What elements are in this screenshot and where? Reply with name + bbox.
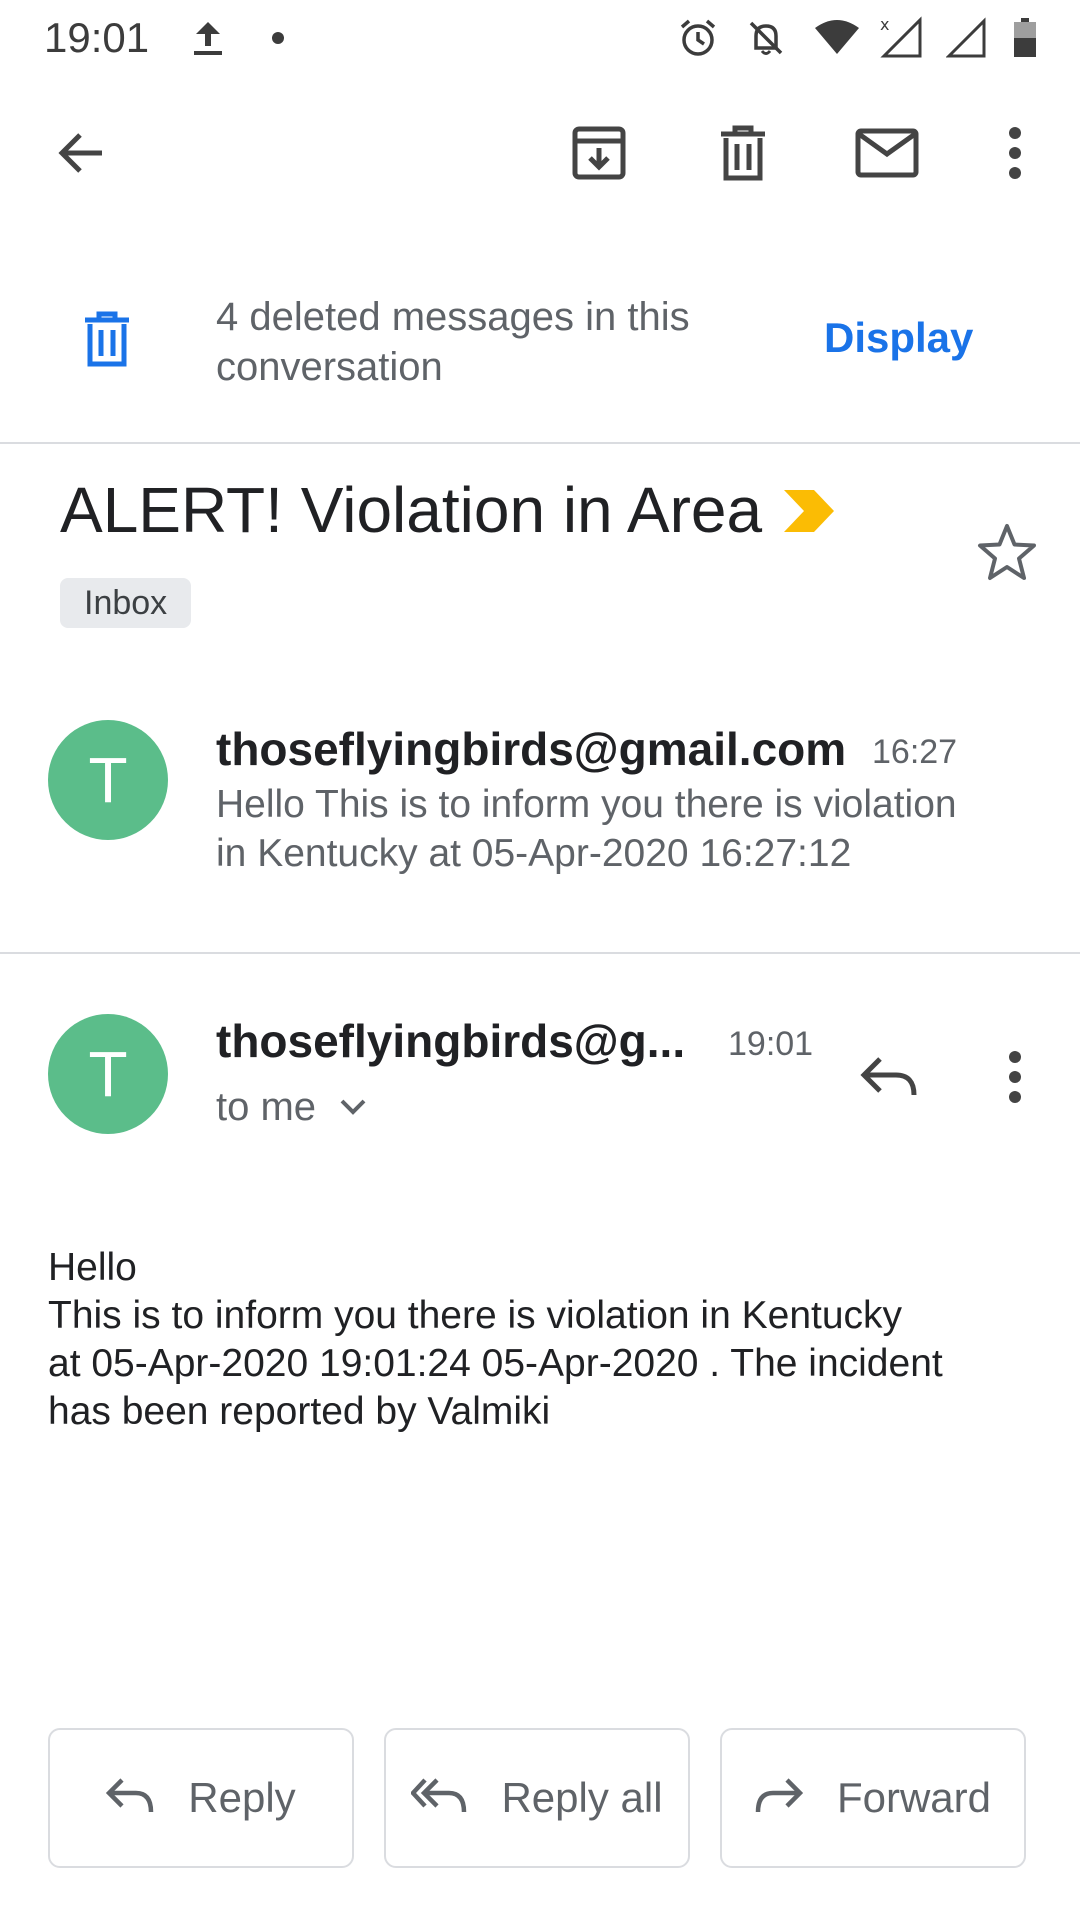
more-vert-icon	[1007, 125, 1023, 186]
battery-icon	[1010, 12, 1040, 64]
recipient-text: to me	[216, 1085, 317, 1129]
back-arrow-icon	[54, 126, 108, 185]
archive-button[interactable]	[554, 110, 644, 200]
forward-button[interactable]: Forward	[720, 1728, 1026, 1868]
message-body: Hello This is to inform you there is vio…	[48, 1244, 1008, 1436]
reply-label: Reply	[188, 1774, 296, 1821]
delete-icon	[717, 124, 769, 187]
message-collapsed[interactable]: T thoseflyingbirds@gmail.com 16:27 Hello…	[0, 690, 1080, 950]
sender-email: thoseflyingbirds@gmail.com	[216, 723, 847, 775]
body-line: has been reported by Valmiki	[48, 1390, 551, 1433]
upload-icon	[186, 12, 230, 64]
reply-all-icon	[410, 1777, 467, 1820]
snippet-line: in Kentucky at 05-Apr-2020 16:27:12	[216, 832, 852, 875]
reply-button[interactable]: Reply	[48, 1728, 354, 1868]
body-line: This is to inform you there is violation…	[48, 1294, 903, 1337]
reply-icon-button[interactable]	[844, 1034, 934, 1124]
back-button[interactable]	[36, 110, 126, 200]
recipient-details-toggle[interactable]: to me	[216, 1082, 368, 1132]
message-snippet: Hello This is to inform you there is vio…	[216, 780, 1056, 878]
body-line: Hello	[48, 1246, 137, 1289]
avatar[interactable]: T	[48, 1014, 168, 1134]
delete-button[interactable]	[698, 110, 788, 200]
avatar[interactable]: T	[48, 720, 168, 840]
signal-icon: x	[878, 12, 928, 64]
deleted-messages-text: 4 deleted messages in this conversation	[216, 295, 690, 389]
message-more-button[interactable]	[970, 1034, 1060, 1124]
notifications-off-icon	[744, 12, 788, 64]
snippet-line: Hello This is to inform you there is vio…	[216, 783, 957, 826]
body-line: at 05-Apr-2020 19:01:24 05-Apr-2020 . Th…	[48, 1342, 943, 1385]
display-deleted-button[interactable]: Display	[824, 312, 973, 364]
reply-all-label: Reply all	[501, 1774, 663, 1821]
forward-label: Forward	[836, 1774, 992, 1821]
forward-icon	[755, 1777, 804, 1820]
deleted-trash-icon	[82, 310, 132, 373]
reply-all-button[interactable]: Reply all	[384, 1728, 690, 1868]
more-options-button[interactable]	[970, 110, 1060, 200]
wifi-icon	[812, 12, 862, 64]
reply-icon	[106, 1777, 154, 1820]
dot-icon	[266, 12, 290, 64]
svg-text:x: x	[880, 16, 889, 34]
archive-icon	[570, 124, 628, 187]
mark-unread-button[interactable]	[842, 110, 932, 200]
status-time: 19:01	[44, 14, 150, 61]
star-icon[interactable]	[976, 522, 1038, 587]
divider	[0, 442, 1080, 444]
importance-marker-icon[interactable]	[782, 488, 836, 539]
alarm-icon	[676, 12, 720, 64]
more-vert-icon	[1007, 1049, 1023, 1110]
email-subject: ALERT! Violation in Area	[60, 474, 763, 546]
label-chip-inbox[interactable]: Inbox	[60, 578, 192, 628]
chevron-down-icon	[338, 1097, 368, 1117]
reply-icon	[860, 1055, 918, 1104]
signal-icon	[944, 12, 990, 64]
message-time: 16:27	[872, 733, 958, 771]
mail-icon	[855, 128, 919, 183]
message-time: 19:01	[728, 1025, 814, 1063]
sender-email: thoseflyingbirds@g...	[216, 1015, 686, 1067]
divider	[0, 952, 1080, 954]
